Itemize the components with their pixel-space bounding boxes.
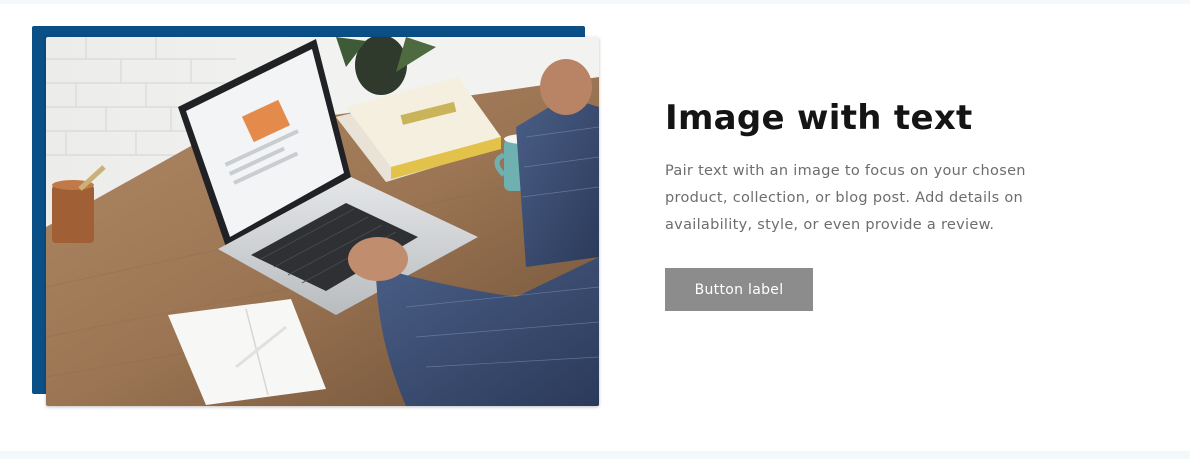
section-heading: Image with text: [665, 98, 973, 138]
bottom-divider: [0, 451, 1190, 459]
text-block: Image with text Pair text with an image …: [665, 96, 1085, 239]
top-divider: [0, 0, 1190, 4]
image-with-text-section: Image with text Pair text with an image …: [0, 0, 1190, 459]
section-description: Pair text with an image to focus on your…: [665, 163, 1026, 233]
cta-button[interactable]: Button label: [665, 268, 813, 311]
image-block: [32, 26, 599, 406]
featured-photo: [46, 37, 599, 406]
